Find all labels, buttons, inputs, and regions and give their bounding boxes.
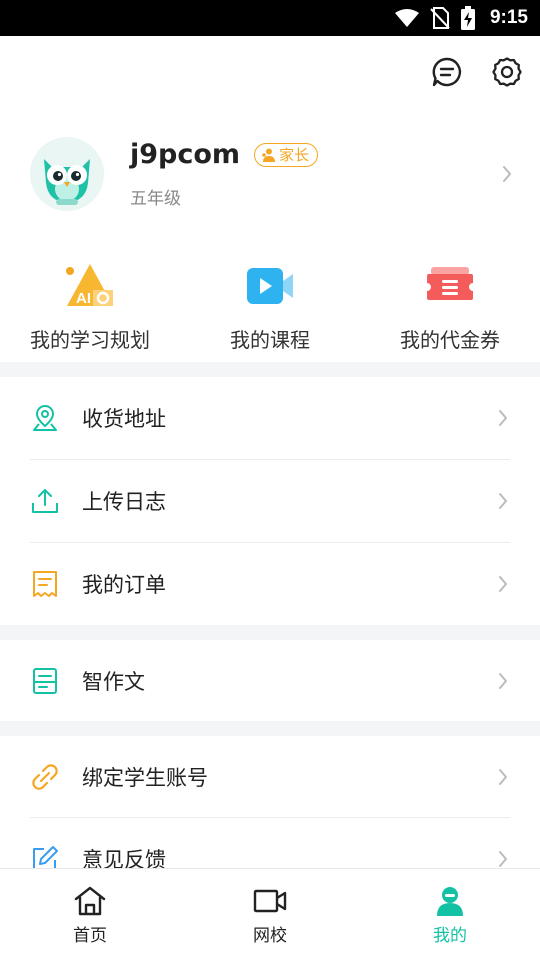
menu-item-label: 绑定学生账号 [82, 766, 208, 790]
tab-mine[interactable]: 我的 [360, 869, 540, 960]
tab-label: 网校 [253, 926, 287, 946]
battery-charging-icon [460, 6, 475, 30]
course-video-icon [242, 258, 298, 314]
section-gap [0, 625, 540, 640]
quick-item-label: 我的学习规划 [30, 328, 150, 352]
bottom-tab-bar: 首页 网校 我的 [0, 868, 540, 960]
chevron-right-icon [496, 767, 510, 787]
message-icon [432, 57, 462, 87]
quick-item-label: 我的课程 [230, 328, 310, 352]
chevron-right-icon [500, 164, 514, 184]
no-sim-icon [430, 7, 450, 29]
menu-item-label: 收货地址 [82, 407, 166, 431]
profile-screen: 9:15 j9pcom 家长 五年级 AI 我的学习规划 我的课程 我的代金券 … [0, 0, 540, 960]
chevron-right-icon [496, 574, 510, 594]
video-camera-icon [253, 889, 287, 913]
quick-entries: AI 我的学习规划 我的课程 我的代金券 [0, 258, 540, 353]
menu-item-smart-essay[interactable]: 智作文 [0, 640, 540, 722]
profile-card[interactable]: j9pcom 家长 五年级 [30, 134, 514, 214]
tab-label: 我的 [433, 926, 467, 946]
chevron-right-icon [496, 849, 510, 869]
chevron-right-icon [496, 671, 510, 691]
profile-info: j9pcom 家长 五年级 [130, 139, 500, 209]
menu-item-label: 我的订单 [82, 573, 166, 597]
home-icon [74, 886, 106, 916]
menu-item-shipping-address[interactable]: 收货地址 [0, 377, 540, 459]
name-row: j9pcom 家长 [130, 139, 500, 170]
tab-online-school[interactable]: 网校 [180, 869, 360, 960]
link-icon [30, 762, 60, 792]
owl-avatar-icon [30, 137, 104, 211]
avatar[interactable] [30, 137, 104, 211]
voucher-icon [422, 258, 478, 314]
quick-item-vouchers[interactable]: 我的代金券 [360, 258, 540, 353]
settings-button[interactable] [490, 52, 524, 92]
order-receipt-icon [30, 569, 60, 599]
role-badge-label: 家长 [279, 146, 310, 164]
settings-icon [492, 57, 522, 87]
role-badge: 家长 [254, 142, 319, 167]
status-time: 9:15 [489, 7, 528, 28]
quick-item-label: 我的代金券 [400, 328, 500, 352]
wifi-icon [394, 9, 419, 27]
quick-item-courses[interactable]: 我的课程 [180, 258, 360, 353]
tab-label: 首页 [73, 926, 107, 946]
status-bar: 9:15 [0, 0, 540, 36]
chevron-right-icon [496, 491, 510, 511]
tab-home[interactable]: 首页 [0, 869, 180, 960]
grade: 五年级 [130, 189, 181, 209]
parent-icon [262, 148, 276, 162]
message-button[interactable] [430, 52, 464, 92]
menu-item-my-orders[interactable]: 我的订单 [0, 543, 540, 625]
section-gap [0, 362, 540, 377]
username: j9pcom [130, 139, 241, 170]
location-pin-icon [30, 403, 60, 433]
menu-item-label: 上传日志 [82, 490, 166, 514]
ai-plan-icon: AI [62, 258, 118, 314]
header-actions [430, 52, 524, 92]
menu-item-bind-student[interactable]: 绑定学生账号 [0, 736, 540, 818]
upload-icon [30, 486, 60, 516]
svg-text:AI: AI [76, 290, 91, 307]
menu-item-upload-log[interactable]: 上传日志 [0, 460, 540, 542]
profile-icon [437, 887, 463, 916]
essay-icon [30, 666, 60, 696]
quick-item-study-plan[interactable]: AI 我的学习规划 [0, 258, 180, 353]
menu-item-label: 智作文 [82, 670, 145, 694]
section-gap [0, 721, 540, 736]
chevron-right-icon [496, 408, 510, 428]
